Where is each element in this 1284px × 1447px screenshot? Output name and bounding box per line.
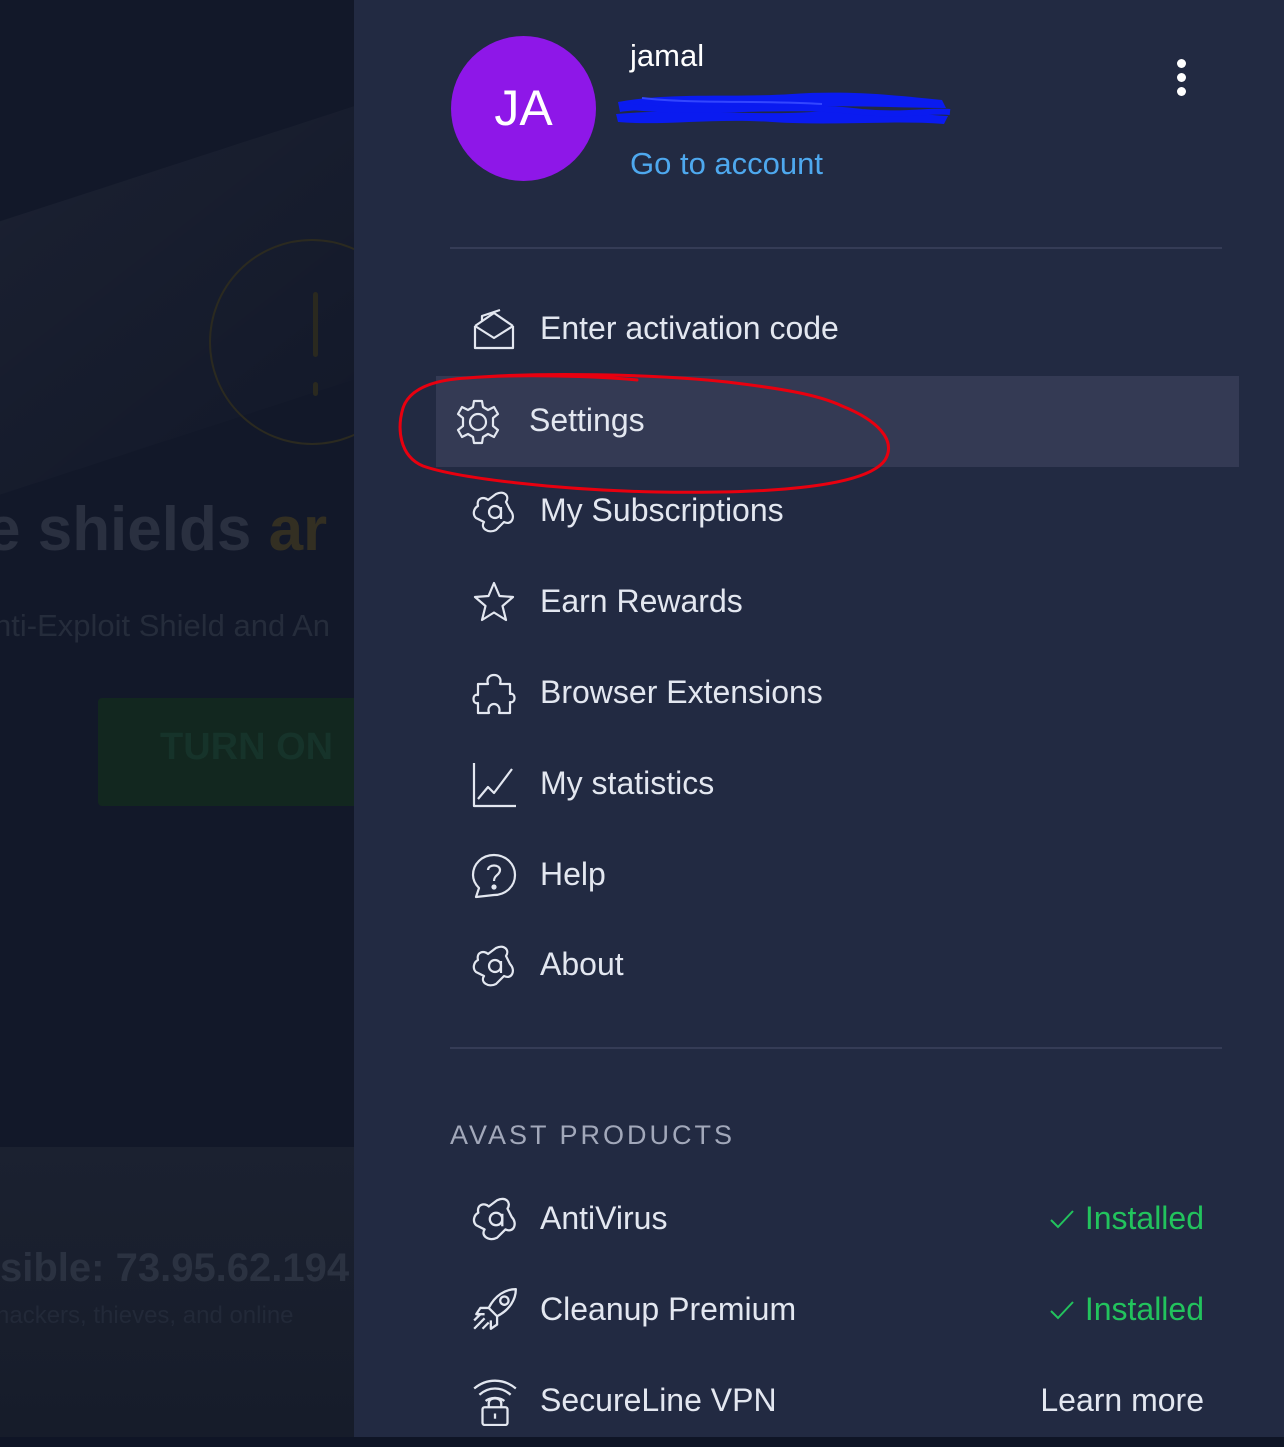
checkmark-icon (1050, 1210, 1074, 1229)
turn-on-button: TURN ON (98, 698, 354, 806)
user-name: jamal (630, 38, 705, 73)
section-title-avast-products: AVAST PRODUCTS (450, 1120, 736, 1150)
warning-exclamation-dot (313, 382, 318, 396)
menu-item-label: My Subscriptions (540, 492, 784, 528)
help-icon (471, 853, 517, 899)
headline-warning-text: ar (268, 495, 328, 564)
avast-logo-icon (472, 491, 514, 533)
installed-status: Installed (1049, 1200, 1204, 1237)
product-name: SecureLine VPN (540, 1382, 777, 1418)
redaction-scribble (616, 92, 951, 124)
avast-logo-icon (472, 1197, 516, 1241)
product-cleanup-premium[interactable]: Cleanup Premium Installed (436, 1265, 1239, 1356)
menu-item-label: About (540, 946, 624, 982)
background-subtitle: nti-Exploit Shield and An (0, 608, 331, 643)
menu-item-help[interactable]: Help (436, 830, 1239, 921)
product-name: Cleanup Premium (540, 1291, 797, 1327)
rocket-icon (473, 1288, 517, 1330)
warning-exclamation-bar (313, 292, 318, 357)
installed-status-text: Installed (1084, 1200, 1204, 1236)
menu-item-about[interactable]: About (436, 920, 1239, 1011)
puzzle-icon (472, 673, 516, 715)
avast-logo-icon (472, 945, 514, 987)
menu-item-label: Settings (529, 402, 645, 438)
menu-item-label: Browser Extensions (540, 674, 823, 710)
menu-item-my-statistics[interactable]: My statistics (436, 739, 1239, 830)
background-small-text: hackers, thieves, and online (0, 1302, 294, 1329)
checkmark-icon (1050, 1301, 1074, 1320)
menu-item-settings[interactable]: Settings (436, 376, 1239, 467)
menu-item-my-subscriptions[interactable]: My Subscriptions (436, 466, 1239, 557)
product-name: AntiVirus (540, 1200, 668, 1236)
avatar[interactable]: JA (451, 36, 596, 181)
star-icon (473, 581, 515, 622)
background-footer (0, 1147, 354, 1437)
product-secureline-vpn[interactable]: SecureLine VPN Learn more (436, 1356, 1239, 1447)
divider (450, 1047, 1222, 1049)
menu-item-browser-extensions[interactable]: Browser Extensions (436, 648, 1239, 739)
account-menu-panel: JA jamal Go to account Enter activation … (354, 0, 1284, 1437)
installed-status: Installed (1049, 1291, 1204, 1328)
menu-item-enter-activation-code[interactable]: Enter activation code (436, 284, 1239, 375)
background-app: e shields ar nti-Exploit Shield and An T… (0, 0, 354, 1437)
background-headline: e shields ar (0, 494, 327, 565)
menu-item-label: Earn Rewards (540, 583, 743, 619)
go-to-account-link[interactable]: Go to account (630, 146, 823, 182)
divider (450, 247, 1222, 249)
learn-more-link[interactable]: Learn more (1040, 1382, 1204, 1419)
menu-item-label: Enter activation code (540, 310, 839, 346)
background-ip-text: sible: 73.95.62.194 (0, 1246, 350, 1290)
vpn-lock-icon (473, 1379, 517, 1426)
headline-text: e shields (0, 495, 269, 564)
chart-line-icon (472, 763, 516, 808)
more-options-icon[interactable] (1166, 52, 1196, 104)
product-antivirus[interactable]: AntiVirus Installed (436, 1174, 1239, 1265)
envelope-open-icon (473, 308, 515, 350)
menu-item-label: My statistics (540, 765, 715, 801)
menu-item-label: Help (540, 856, 606, 892)
installed-status-text: Installed (1084, 1291, 1204, 1327)
gear-icon (456, 399, 500, 445)
menu-item-earn-rewards[interactable]: Earn Rewards (436, 557, 1239, 648)
